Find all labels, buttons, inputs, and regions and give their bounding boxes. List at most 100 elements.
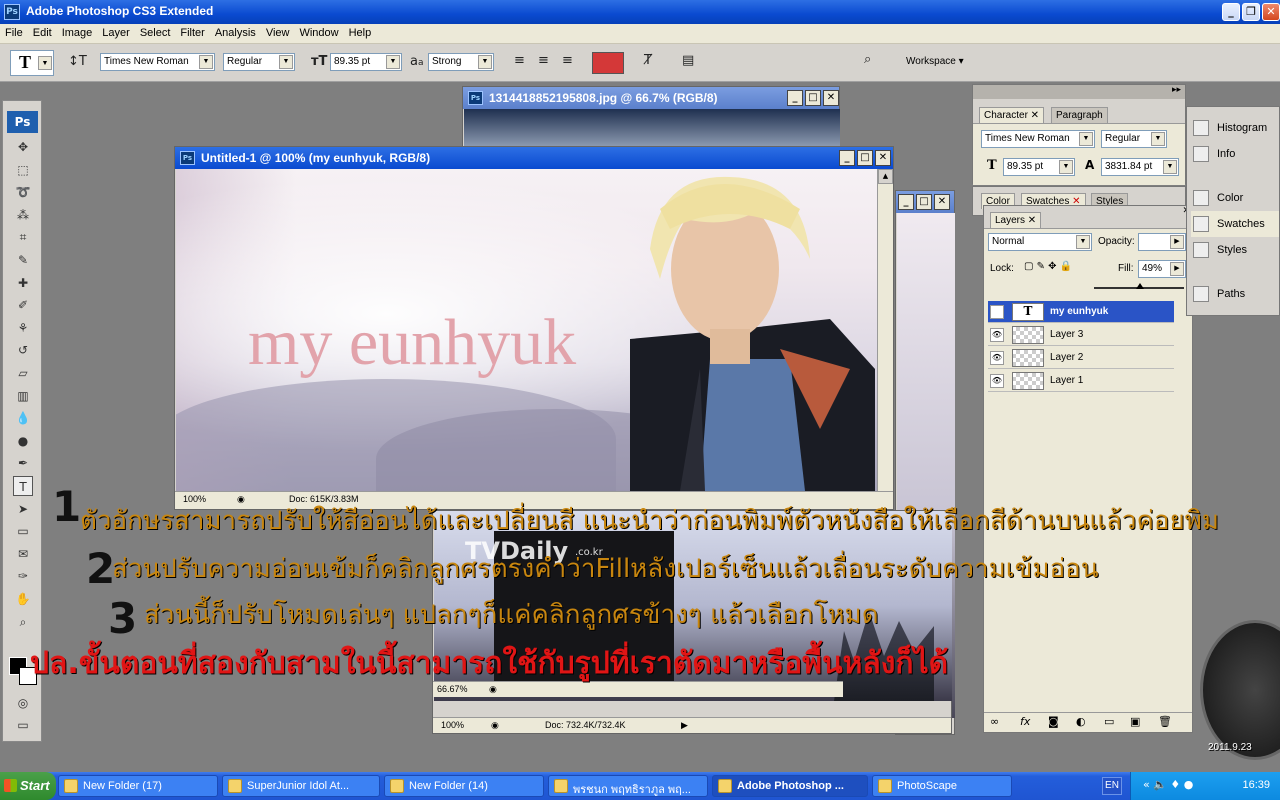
taskbar-button[interactable]: พรชนก พฤทธิราภูล พฤ... <box>548 775 708 797</box>
tab-layers[interactable]: Layers ✕ <box>990 212 1042 228</box>
menu-help[interactable]: Help <box>344 24 377 39</box>
panel-collapse-icon[interactable]: ▸▸ <box>1172 85 1181 95</box>
font-size-select[interactable]: 89.35 pt ▼ <box>330 53 402 71</box>
shape-tool-icon[interactable]: ▭ <box>13 521 33 541</box>
panel-dock-swatches[interactable]: Swatches <box>1191 211 1279 237</box>
menu-select[interactable]: Select <box>135 24 176 39</box>
blend-mode-select[interactable]: Normal ▼ <box>988 233 1092 251</box>
panel-dock-styles[interactable]: Styles <box>1191 237 1279 263</box>
lock-icons[interactable]: ▢ ✎ ✥ 🔒 <box>1024 261 1072 272</box>
marquee-tool-icon[interactable]: ⬚ <box>13 160 33 180</box>
new-layer-icon[interactable]: ▣ <box>1130 715 1140 728</box>
fill-input[interactable]: 49% ▶ <box>1138 260 1186 278</box>
character-style-select[interactable]: Regular ▼ <box>1101 130 1167 148</box>
layer-row[interactable]: 👁 Layer 2 <box>988 347 1174 369</box>
gradient-tool-icon[interactable]: ▥ <box>13 386 33 406</box>
status-arrow-icon[interactable]: ▶ <box>681 720 688 731</box>
menu-analysis[interactable]: Analysis <box>210 24 261 39</box>
minimize-button[interactable]: _ <box>839 150 855 166</box>
tab-character[interactable]: Character ✕ <box>979 107 1045 123</box>
clone-stamp-icon[interactable]: ⚘ <box>13 318 33 338</box>
warp-text-icon[interactable]: Ⱦ <box>644 53 652 68</box>
dodge-tool-icon[interactable]: ● <box>13 431 33 451</box>
delete-layer-icon[interactable]: 🗑 <box>1158 715 1172 728</box>
leading-select[interactable]: 3831.84 pt ▼ <box>1101 158 1179 176</box>
zoom-tool-icon[interactable]: ⌕ <box>13 612 33 632</box>
tool-preset-picker[interactable]: T ▼ <box>10 50 54 76</box>
scroll-up-icon[interactable]: ▲ <box>878 169 893 184</box>
panel-dock-color[interactable]: Color <box>1191 185 1279 211</box>
history-brush-icon[interactable]: ↺ <box>13 340 33 360</box>
panel-dock-paths[interactable]: Paths <box>1191 281 1279 307</box>
close-button[interactable]: ✕ <box>934 194 950 210</box>
layer-row[interactable]: 👁 Tmy eunhyuk <box>988 301 1174 323</box>
menu-window[interactable]: Window <box>294 24 343 39</box>
type-tool-icon[interactable]: T <box>13 476 33 496</box>
move-tool-icon[interactable]: ✥ <box>13 137 33 157</box>
new-group-icon[interactable]: ▭ <box>1104 715 1114 728</box>
magic-wand-tool-icon[interactable]: ⁂ <box>13 205 33 225</box>
font-family-select[interactable]: Times New Roman ▼ <box>100 53 215 71</box>
path-selection-icon[interactable]: ➤ <box>13 499 33 519</box>
minimize-button[interactable]: _ <box>787 90 803 106</box>
character-size-select[interactable]: 89.35 pt ▼ <box>1003 158 1075 176</box>
quick-mask-icon[interactable]: ◎ <box>13 693 33 713</box>
bridge-icon[interactable]: ⌕ <box>864 52 871 67</box>
menu-edit[interactable]: Edit <box>28 24 57 39</box>
panel-dock-info[interactable]: Info <box>1191 141 1279 167</box>
taskbar-button[interactable]: New Folder (14) <box>384 775 544 797</box>
eraser-tool-icon[interactable]: ▱ <box>13 363 33 383</box>
close-button[interactable]: ✕ <box>823 90 839 106</box>
fill-slider[interactable] <box>1094 281 1184 289</box>
menu-filter[interactable]: Filter <box>175 24 209 39</box>
crop-tool-icon[interactable]: ⌗ <box>13 227 33 247</box>
eyedropper-tool-icon[interactable]: ✑ <box>13 566 33 586</box>
tray-icons[interactable]: « 🔈 ♦ ● <box>1143 778 1193 791</box>
tab-paragraph[interactable]: Paragraph <box>1051 107 1108 123</box>
visibility-eye-icon[interactable]: 👁 <box>990 351 1004 365</box>
font-style-select[interactable]: Regular ▼ <box>223 53 295 71</box>
slice-tool-icon[interactable]: ✎ <box>13 250 33 270</box>
menu-image[interactable]: Image <box>57 24 98 39</box>
fill-slider-thumb[interactable] <box>1136 283 1144 289</box>
character-font-select[interactable]: Times New Roman ▼ <box>981 130 1095 148</box>
text-color-swatch[interactable] <box>592 52 624 74</box>
healing-brush-icon[interactable]: ✚ <box>13 273 33 293</box>
opacity-input[interactable]: ▶ <box>1138 233 1186 251</box>
screen-mode-icon[interactable]: ▭ <box>13 715 33 735</box>
main-document-window[interactable]: Ps Untitled-1 @ 100% (my eunhyuk, RGB/8)… <box>174 146 894 510</box>
maximize-button[interactable]: □ <box>805 90 821 106</box>
taskbar-button[interactable]: Adobe Photoshop ... <box>712 775 868 797</box>
layer-mask-icon[interactable]: ◙ <box>1048 715 1059 728</box>
blur-tool-icon[interactable]: 💧 <box>13 408 33 428</box>
desktop-clock-widget[interactable] <box>1200 620 1280 760</box>
antialias-select[interactable]: Strong ▼ <box>428 53 494 71</box>
panel-header[interactable]: ▸▸ <box>973 85 1185 99</box>
align-center-icon[interactable]: ≡ <box>538 53 549 68</box>
zoom-level[interactable]: 100% <box>441 720 464 730</box>
canvas-text-layer[interactable]: my eunhyuk <box>248 305 576 381</box>
pen-tool-icon[interactable]: ✒ <box>13 453 33 473</box>
minimize-button[interactable]: _ <box>898 194 914 210</box>
layer-row[interactable]: 👁 Layer 3 <box>988 324 1174 346</box>
main-window-title[interactable]: Ps Untitled-1 @ 100% (my eunhyuk, RGB/8) <box>175 147 893 169</box>
start-button[interactable]: Start <box>0 772 56 800</box>
taskbar-button[interactable]: PhotoScape <box>872 775 1012 797</box>
hand-tool-icon[interactable]: ✋ <box>13 589 33 609</box>
menu-view[interactable]: View <box>261 24 295 39</box>
taskbar-button[interactable]: SuperJunior Idol At... <box>222 775 380 797</box>
workspace-menu[interactable]: Workspace ▾ <box>906 56 964 67</box>
layer-style-icon[interactable]: fx <box>1020 715 1030 728</box>
lasso-tool-icon[interactable]: ➰ <box>13 182 33 202</box>
language-indicator[interactable]: EN <box>1102 777 1122 795</box>
close-button[interactable]: ✕ <box>1262 3 1280 21</box>
taskbar-button[interactable]: New Folder (17) <box>58 775 218 797</box>
menu-file[interactable]: File <box>0 24 28 39</box>
close-button[interactable]: ✕ <box>875 150 891 166</box>
main-canvas[interactable]: my eunhyuk <box>176 169 877 491</box>
adjustment-layer-icon[interactable]: ◐ <box>1076 715 1086 728</box>
notes-tool-icon[interactable]: ✉ <box>13 544 33 564</box>
panel-dock-histogram[interactable]: Histogram <box>1191 115 1279 141</box>
layer-row[interactable]: 👁 Layer 1 <box>988 370 1174 392</box>
text-orientation-icon[interactable]: ↕T <box>68 54 87 69</box>
